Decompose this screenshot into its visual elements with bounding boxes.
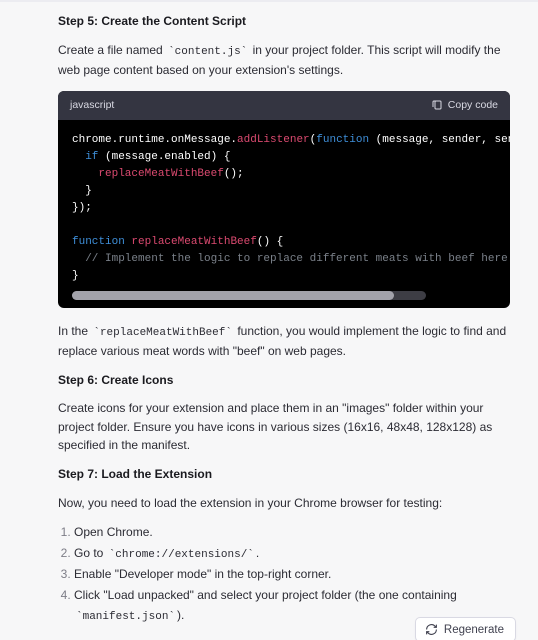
li4-b: ). — [177, 608, 184, 622]
code-token: replaceMeatWithBeef — [131, 236, 256, 248]
page-top-border — [0, 0, 538, 2]
code-token: // Implement the logic to replace differ… — [72, 253, 508, 265]
copy-code-label: Copy code — [448, 97, 498, 113]
code-token: (message, sender, sendResponse — [369, 134, 510, 146]
code-token: function — [316, 134, 369, 146]
extensions-url-inline-code: `chrome://extensions/` — [107, 548, 256, 562]
content-js-inline-code: `content.js` — [166, 45, 249, 59]
article-container: Step 5: Create the Content Script Create… — [0, 12, 538, 640]
li2-a: Go to — [74, 546, 107, 560]
code-block-header: javascript Copy code — [58, 91, 510, 119]
code-token: function — [72, 236, 125, 248]
code-token — [72, 151, 85, 163]
step7-list: Open Chrome. Go to `chrome://extensions/… — [58, 522, 510, 627]
code-language-label: javascript — [70, 97, 114, 113]
code-token: } — [72, 270, 79, 282]
code-token: (); — [224, 168, 244, 180]
copy-code-button[interactable]: Copy code — [431, 97, 498, 113]
li4-a: Click "Load unpacked" and select your pr… — [74, 588, 457, 602]
code-horizontal-scrollbar[interactable] — [72, 291, 426, 300]
code-token: } — [72, 185, 92, 197]
step6-paragraph: Create icons for your extension and plac… — [58, 399, 510, 455]
clipboard-icon — [431, 99, 443, 111]
regenerate-button[interactable]: Regenerate — [415, 617, 516, 640]
step6-heading: Step 6: Create Icons — [58, 371, 510, 390]
step7-heading: Step 7: Load the Extension — [58, 465, 510, 484]
step5-after-paragraph: In the `replaceMeatWithBeef` function, y… — [58, 322, 510, 361]
list-item: Open Chrome. — [74, 522, 510, 542]
scrollbar-thumb[interactable] — [72, 291, 394, 300]
code-token: if — [85, 151, 98, 163]
regenerate-icon — [425, 623, 438, 636]
manifest-inline-code: `manifest.json` — [74, 610, 177, 624]
code-token — [72, 168, 98, 180]
step5-after-a: In the — [58, 324, 91, 338]
step7-intro: Now, you need to load the extension in y… — [58, 494, 510, 513]
list-item: Go to `chrome://extensions/`. — [74, 543, 510, 565]
article-content: Step 5: Create the Content Script Create… — [58, 12, 510, 640]
code-token: () { — [257, 236, 283, 248]
list-item: Enable "Developer mode" in the top-right… — [74, 564, 510, 584]
code-token: replaceMeatWithBeef — [98, 168, 223, 180]
regenerate-label: Regenerate — [444, 624, 504, 636]
code-token: addListener — [237, 134, 310, 146]
step5-paragraph: Create a file named `content.js` in your… — [58, 41, 510, 80]
code-body[interactable]: chrome.runtime.onMessage.addListener(fun… — [58, 120, 510, 308]
step5-heading: Step 5: Create the Content Script — [58, 12, 510, 31]
step5-para-text-a: Create a file named — [58, 43, 166, 57]
li2-b: . — [256, 546, 259, 560]
code-token: chrome.runtime.onMessage. — [72, 134, 237, 146]
replace-fn-inline-code: `replaceMeatWithBeef` — [91, 326, 234, 340]
code-token: }); — [72, 202, 92, 214]
code-token: (message.enabled) { — [98, 151, 230, 163]
code-block: javascript Copy code chrome.runtime.onMe… — [58, 91, 510, 308]
